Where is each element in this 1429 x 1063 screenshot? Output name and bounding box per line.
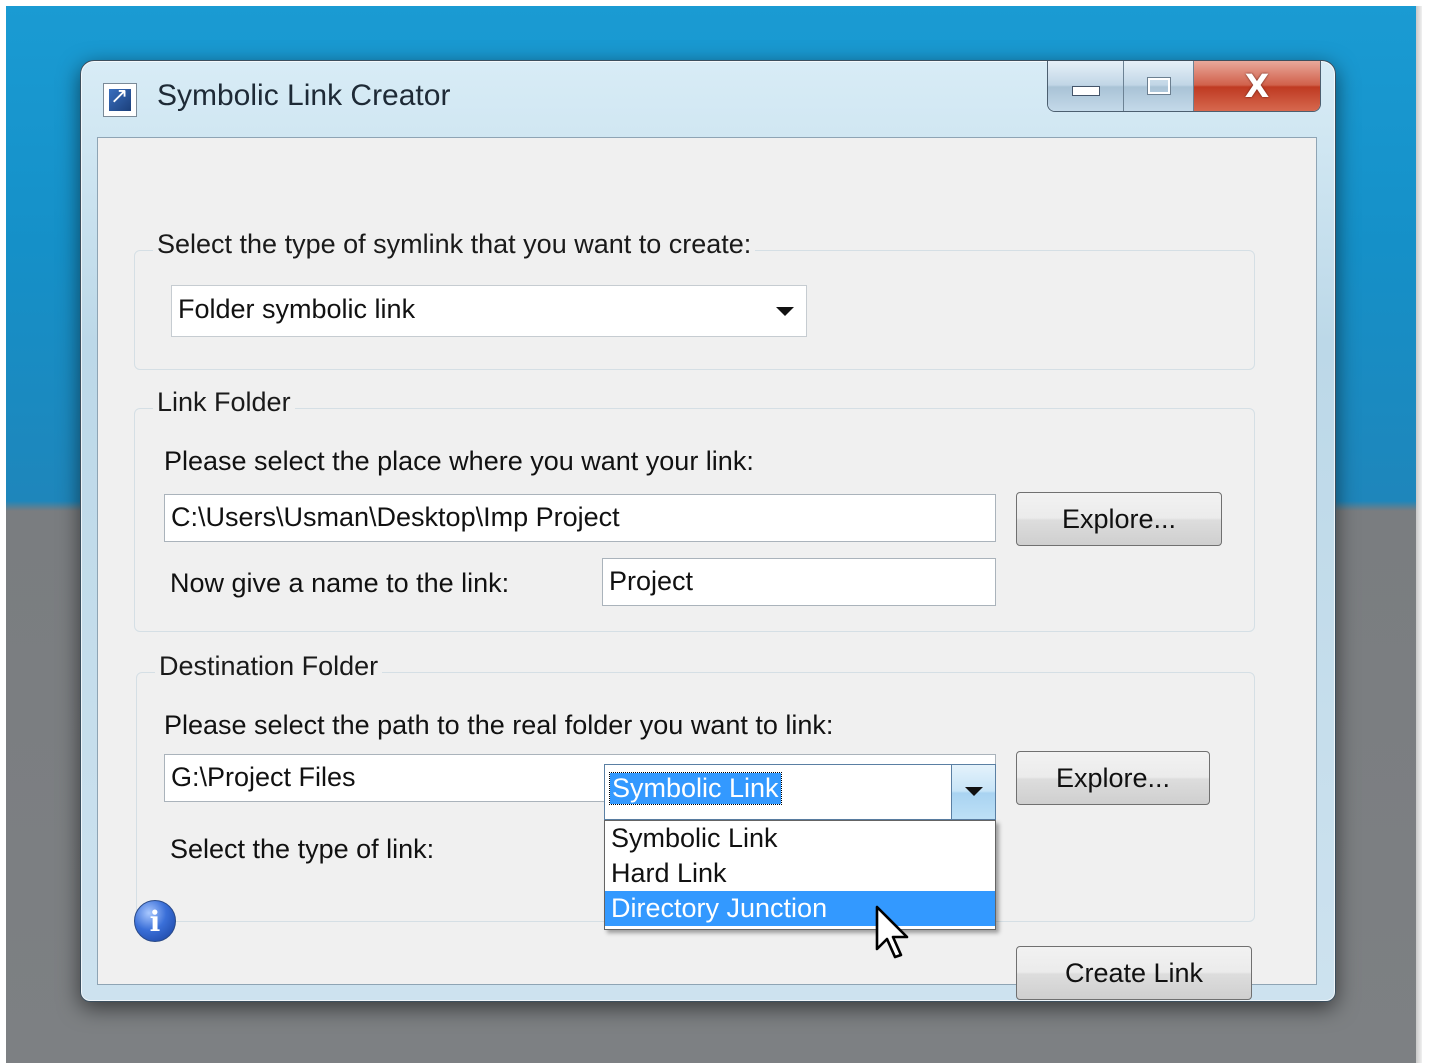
- close-icon: X: [1244, 67, 1270, 105]
- chevron-down-icon: [776, 307, 794, 316]
- symlink-type-selected: Folder symbolic link: [178, 294, 416, 324]
- destination-folder-group-label: Destination Folder: [155, 651, 383, 682]
- window-title: Symbolic Link Creator: [157, 79, 451, 112]
- info-icon[interactable]: i: [134, 900, 176, 942]
- symlink-type-group: Select the type of symlink that you want…: [134, 229, 1255, 370]
- link-name-input[interactable]: Project: [602, 558, 996, 606]
- maximize-button[interactable]: [1124, 61, 1194, 111]
- link-type-prompt: Select the type of link:: [170, 834, 435, 864]
- close-button[interactable]: X: [1194, 61, 1320, 111]
- shortcut-arrow-icon[interactable]: [103, 83, 137, 117]
- link-type-combo[interactable]: Symbolic Link: [604, 764, 996, 820]
- chevron-down-icon[interactable]: [951, 765, 995, 819]
- link-type-dropdown-list: Symbolic Link Hard Link Directory Juncti…: [604, 820, 996, 930]
- destination-path-prompt: Please select the path to the real folde…: [164, 710, 834, 740]
- maximize-icon: [1146, 77, 1171, 95]
- caption-buttons: X: [1047, 61, 1321, 112]
- symlink-type-combo[interactable]: Folder symbolic link: [171, 285, 807, 337]
- link-path-input[interactable]: C:\Users\Usman\Desktop\Imp Project: [164, 494, 996, 542]
- link-type-selected: Symbolic Link: [609, 772, 782, 805]
- minimize-icon: [1071, 86, 1100, 96]
- create-link-button[interactable]: Create Link: [1016, 946, 1252, 1000]
- symlink-type-group-label: Select the type of symlink that you want…: [153, 229, 756, 260]
- link-folder-group-label: Link Folder: [153, 387, 295, 418]
- dropdown-option-directory-junction[interactable]: Directory Junction: [605, 891, 995, 926]
- link-place-prompt: Please select the place where you want y…: [164, 446, 754, 476]
- dropdown-option-hard-link[interactable]: Hard Link: [605, 856, 995, 891]
- minimize-button[interactable]: [1048, 61, 1124, 111]
- mouse-pointer-icon: [875, 905, 909, 959]
- title-bar[interactable]: Symbolic Link Creator X: [81, 61, 1335, 137]
- dropdown-option-symbolic-link[interactable]: Symbolic Link: [605, 821, 995, 856]
- destination-explore-button[interactable]: Explore...: [1016, 751, 1210, 805]
- link-explore-button[interactable]: Explore...: [1016, 492, 1222, 546]
- link-name-prompt: Now give a name to the link:: [170, 568, 510, 598]
- client-area: Select the type of symlink that you want…: [97, 137, 1317, 1000]
- app-window: Symbolic Link Creator X Select the type …: [80, 60, 1336, 1002]
